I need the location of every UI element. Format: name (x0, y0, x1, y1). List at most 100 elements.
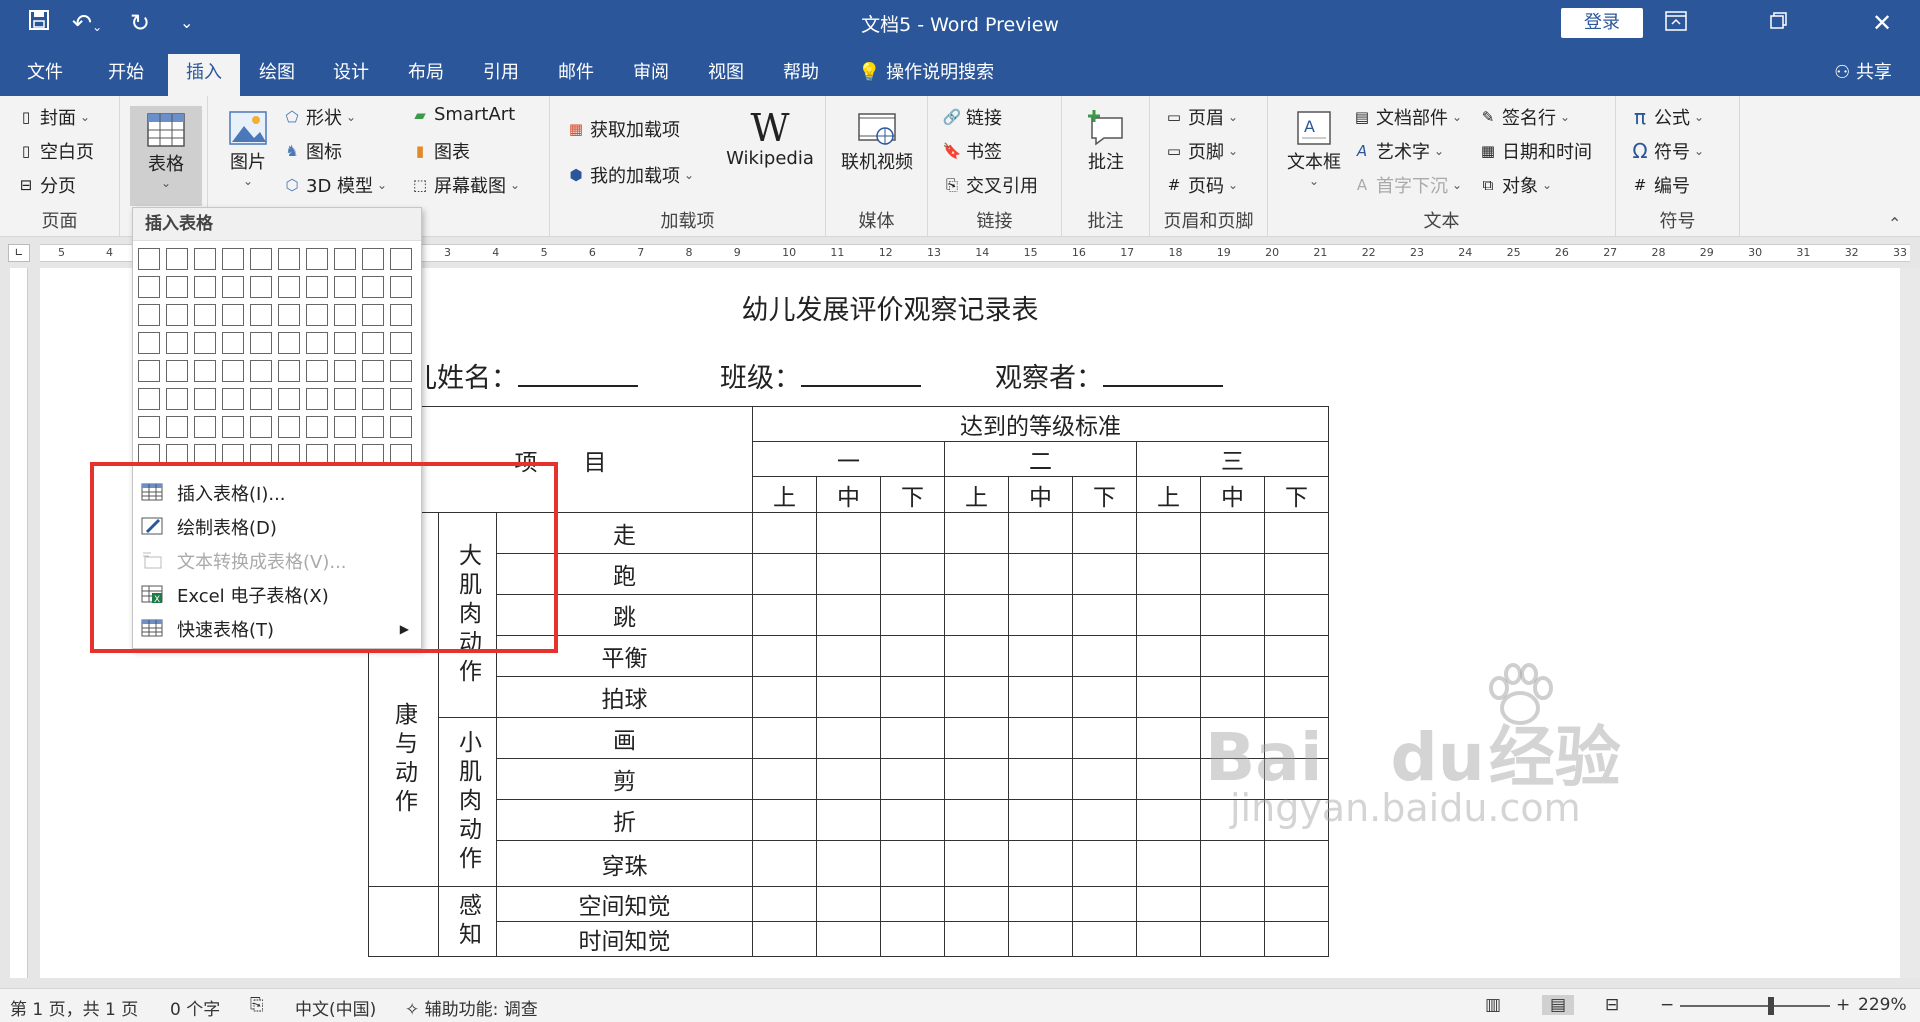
grid-cell[interactable] (194, 332, 216, 354)
grid-cell[interactable] (278, 276, 300, 298)
login-button[interactable]: 登录 (1561, 8, 1643, 38)
web-layout-icon[interactable]: ⊟ (1605, 995, 1619, 1015)
grid-cell[interactable] (166, 360, 188, 382)
grid-cell[interactable] (250, 416, 272, 438)
zoom-slider-thumb[interactable] (1768, 997, 1774, 1015)
grid-cell[interactable] (362, 416, 384, 438)
tab-review[interactable]: 审阅 (620, 54, 682, 96)
grid-cell[interactable] (250, 248, 272, 270)
tab-insert[interactable]: 插入 (168, 54, 240, 96)
grid-cell[interactable] (194, 416, 216, 438)
grid-cell[interactable] (138, 388, 160, 410)
word-count[interactable]: 0 个字 (170, 995, 220, 1020)
tab-mailings[interactable]: 邮件 (545, 54, 607, 96)
grid-cell[interactable] (334, 248, 356, 270)
number-button[interactable]: # 编号 (1630, 172, 1690, 198)
minimize-icon[interactable] (1768, 8, 1788, 38)
picture-button[interactable]: 图片 ⌄ (218, 108, 278, 188)
grid-cell[interactable] (278, 388, 300, 410)
grid-cell[interactable] (138, 360, 160, 382)
vertical-scrollbar[interactable] (1900, 268, 1920, 978)
grid-cell[interactable] (222, 276, 244, 298)
tab-references[interactable]: 引用 (470, 54, 532, 96)
grid-cell[interactable] (306, 360, 328, 382)
proofing-icon[interactable]: ⎘ (250, 995, 264, 1015)
grid-cell[interactable] (138, 416, 160, 438)
header-button[interactable]: ▭ 页眉 ⌄ (1164, 104, 1238, 130)
grid-cell[interactable] (194, 276, 216, 298)
grid-cell[interactable] (390, 276, 412, 298)
date-time-button[interactable]: ▦ 日期和时间 (1478, 138, 1592, 164)
grid-cell[interactable] (138, 304, 160, 326)
drop-cap-button[interactable]: A 首字下沉 ⌄ (1352, 172, 1462, 198)
my-addins-button[interactable]: ⬢ 我的加载项 ⌄ (566, 162, 694, 188)
grid-cell[interactable] (166, 416, 188, 438)
cover-page-button[interactable]: ▯ 封面 ⌄ (16, 104, 90, 130)
zoom-level[interactable]: 229% (1858, 995, 1907, 1015)
grid-cell[interactable] (390, 332, 412, 354)
zoom-out-button[interactable]: − (1660, 995, 1674, 1015)
tab-help[interactable]: 帮助 (770, 54, 832, 96)
grid-cell[interactable] (250, 332, 272, 354)
icons-button[interactable]: ♞ 图标 (282, 138, 342, 164)
share-button[interactable]: ⚇ 共享 (1818, 54, 1908, 96)
wordart-button[interactable]: A 艺术字 ⌄ (1352, 138, 1444, 164)
table-button[interactable]: 表格 ⌄ (130, 106, 202, 206)
bookmark-button[interactable]: 🔖 书签 (942, 138, 1002, 164)
grid-cell[interactable] (390, 304, 412, 326)
page-count[interactable]: 第 1 页，共 1 页 (10, 995, 138, 1020)
grid-cell[interactable] (194, 248, 216, 270)
tab-draw[interactable]: 绘图 (246, 54, 308, 96)
tab-file[interactable]: 文件 (10, 54, 80, 96)
grid-cell[interactable] (138, 276, 160, 298)
ribbon-display-icon[interactable] (1665, 8, 1687, 38)
grid-cell[interactable] (278, 248, 300, 270)
tell-me-search[interactable]: 💡 操作说明搜索 (858, 54, 1038, 96)
grid-cell[interactable] (194, 360, 216, 382)
comment-button[interactable]: 批注 (1070, 108, 1142, 174)
tab-home[interactable]: 开始 (90, 54, 162, 96)
object-button[interactable]: ⧉ 对象 ⌄ (1478, 172, 1552, 198)
grid-cell[interactable] (166, 304, 188, 326)
read-mode-icon[interactable]: ▥ (1485, 995, 1501, 1015)
get-addins-button[interactable]: ▦ 获取加载项 (566, 116, 680, 142)
grid-cell[interactable] (222, 248, 244, 270)
grid-cell[interactable] (306, 388, 328, 410)
textbox-button[interactable]: A 文本框 ⌄ (1276, 108, 1352, 188)
screenshot-button[interactable]: ⬚ 屏幕截图 ⌄ (410, 172, 520, 198)
tab-design[interactable]: 设计 (320, 54, 382, 96)
grid-cell[interactable] (362, 304, 384, 326)
tab-layout[interactable]: 布局 (395, 54, 457, 96)
tab-selector-icon[interactable]: ∟ (8, 244, 30, 262)
grid-cell[interactable] (166, 276, 188, 298)
accessibility-status[interactable]: ✧ 辅助功能: 调查 (405, 995, 538, 1020)
smartart-button[interactable]: ▰ SmartArt (410, 104, 515, 125)
wikipedia-button[interactable]: W Wikipedia (720, 108, 820, 169)
link-button[interactable]: 🔗 链接 (942, 104, 1002, 130)
language[interactable]: 中文(中国) (295, 995, 376, 1020)
chart-button[interactable]: ▮ 图表 (410, 138, 470, 164)
grid-cell[interactable] (362, 360, 384, 382)
page-number-button[interactable]: # 页码 ⌄ (1164, 172, 1238, 198)
grid-cell[interactable] (250, 360, 272, 382)
collapse-ribbon-icon[interactable]: ⌃ (1888, 214, 1901, 233)
equation-button[interactable]: π 公式 ⌄ (1630, 104, 1704, 130)
footer-button[interactable]: ▭ 页脚 ⌄ (1164, 138, 1238, 164)
grid-cell[interactable] (138, 332, 160, 354)
blank-page-button[interactable]: ▯ 空白页 (16, 138, 94, 164)
tab-view[interactable]: 视图 (695, 54, 757, 96)
grid-cell[interactable] (306, 332, 328, 354)
grid-cell[interactable] (222, 388, 244, 410)
grid-cell[interactable] (278, 304, 300, 326)
grid-cell[interactable] (362, 248, 384, 270)
vertical-ruler[interactable] (10, 268, 28, 978)
grid-cell[interactable] (166, 248, 188, 270)
symbol-button[interactable]: Ω 符号 ⌄ (1630, 138, 1704, 164)
grid-cell[interactable] (334, 276, 356, 298)
grid-cell[interactable] (194, 388, 216, 410)
grid-cell[interactable] (306, 276, 328, 298)
grid-cell[interactable] (222, 304, 244, 326)
grid-cell[interactable] (222, 360, 244, 382)
grid-cell[interactable] (334, 304, 356, 326)
page-break-button[interactable]: ⊟ 分页 (16, 172, 76, 198)
